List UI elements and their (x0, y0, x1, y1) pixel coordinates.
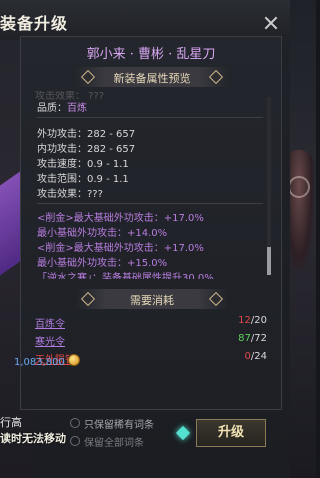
stat-value: ??? (87, 189, 103, 200)
cost-header-label: 需要消耗 (130, 294, 174, 307)
cost-item-need: /72 (250, 333, 267, 344)
cost-item-need: /20 (250, 315, 267, 326)
cost-item-have: 87 (238, 333, 251, 344)
stat-row: 攻击范围：0.9 - 1.1 (37, 170, 129, 185)
scrollbar-thumb[interactable] (267, 247, 271, 275)
stat-label: 内功攻击： (37, 144, 87, 155)
preview-header-label: 新装备属性预览 (113, 72, 191, 85)
diamond-ornament-icon (208, 69, 224, 85)
preview-scrollbar[interactable] (267, 97, 271, 275)
cost-item-need: /24 (250, 351, 267, 362)
quality-value: 百炼 (67, 103, 87, 114)
stat-row: 外功攻击：282 - 657 (37, 125, 135, 140)
stat-value: 282 - 657 (87, 129, 136, 140)
keep-all-option-label[interactable]: 保留全部词条 (84, 434, 144, 449)
bonus-row: 「逆水之寒」：装备基础属性提升30.0% (37, 273, 214, 279)
bonus-row: 最小基础外功攻击：+15.0% (37, 258, 168, 269)
keep-rare-option-label[interactable]: 只保留稀有词条 (84, 416, 154, 431)
quality-row: 品质：百炼 (37, 99, 87, 114)
cost-item-count: 0/24 (245, 351, 267, 362)
keep-rare-option-radio[interactable] (70, 418, 80, 428)
close-icon[interactable] (264, 16, 278, 30)
equipment-upgrade-window: 装备升级 郭小来 · 曹彬 · 乱星刀 新装备属性预览 攻击效果： ??? 品质… (0, 0, 290, 478)
divider (37, 203, 263, 204)
money-amount: 1,083,800 (14, 357, 65, 368)
stat-label: 攻击速度： (37, 159, 87, 170)
diamond-ornament-icon (208, 291, 224, 307)
title-bar: 装备升级 (0, 0, 290, 40)
stat-value: 282 - 657 (87, 144, 136, 155)
stat-value: 0.9 - 1.1 (87, 159, 129, 170)
coin-icon (68, 354, 80, 366)
bonus-row: 最小基础外功攻击：+14.0% (37, 228, 168, 239)
diamond-ornament-icon (80, 69, 96, 85)
cost-item-count: 12/20 (238, 315, 267, 326)
background-text-fragment: 行高 (0, 416, 22, 429)
cost-item-count: 87/72 (238, 333, 267, 344)
cost-item-row: 寒光令 87/72 (35, 333, 267, 349)
upgrade-button[interactable]: 升级 (196, 419, 266, 447)
cost-header: 需要消耗 (75, 289, 229, 309)
bonus-row: <削金>最大基础外功攻击：+17.0% (37, 213, 204, 224)
character-ornament (288, 176, 310, 198)
diamond-ornament-icon (80, 291, 96, 307)
gem-icon (175, 425, 191, 441)
quality-label: 品质： (37, 103, 67, 114)
purple-crystal (0, 171, 20, 283)
cost-item-have: 12 (238, 315, 251, 326)
stat-row: 攻击速度：0.9 - 1.1 (37, 155, 129, 170)
divider (37, 117, 263, 118)
window-title: 装备升级 (0, 14, 69, 33)
preview-header: 新装备属性预览 (75, 67, 229, 87)
attribute-preview-list[interactable]: 攻击效果： ??? 品质：百炼 外功攻击：282 - 657 内功攻击：282 … (31, 91, 275, 279)
item-name: 郭小来 · 曹彬 · 乱星刀 (86, 47, 216, 62)
cost-item-name[interactable]: 百炼令 (35, 315, 65, 330)
upgrade-panel: 郭小来 · 曹彬 · 乱星刀 新装备属性预览 攻击效果： ??? 品质：百炼 外… (20, 36, 282, 410)
stat-label: 攻击效果： (37, 189, 87, 200)
cost-item-name[interactable]: 寒光令 (35, 333, 65, 348)
cost-item-row: 百炼令 12/20 (35, 315, 267, 331)
stat-label: 攻击范围： (37, 174, 87, 185)
stat-value: 0.9 - 1.1 (87, 174, 129, 185)
stat-row: 攻击效果：??? (37, 185, 103, 200)
stat-label: 外功攻击： (37, 129, 87, 140)
bonus-row: <削金>最大基础外功攻击：+17.0% (37, 243, 204, 254)
stat-row: 内功攻击：282 - 657 (37, 140, 135, 155)
background-notice-fragment: 读时无法移动 (0, 432, 66, 445)
keep-all-option-radio[interactable] (70, 436, 80, 446)
